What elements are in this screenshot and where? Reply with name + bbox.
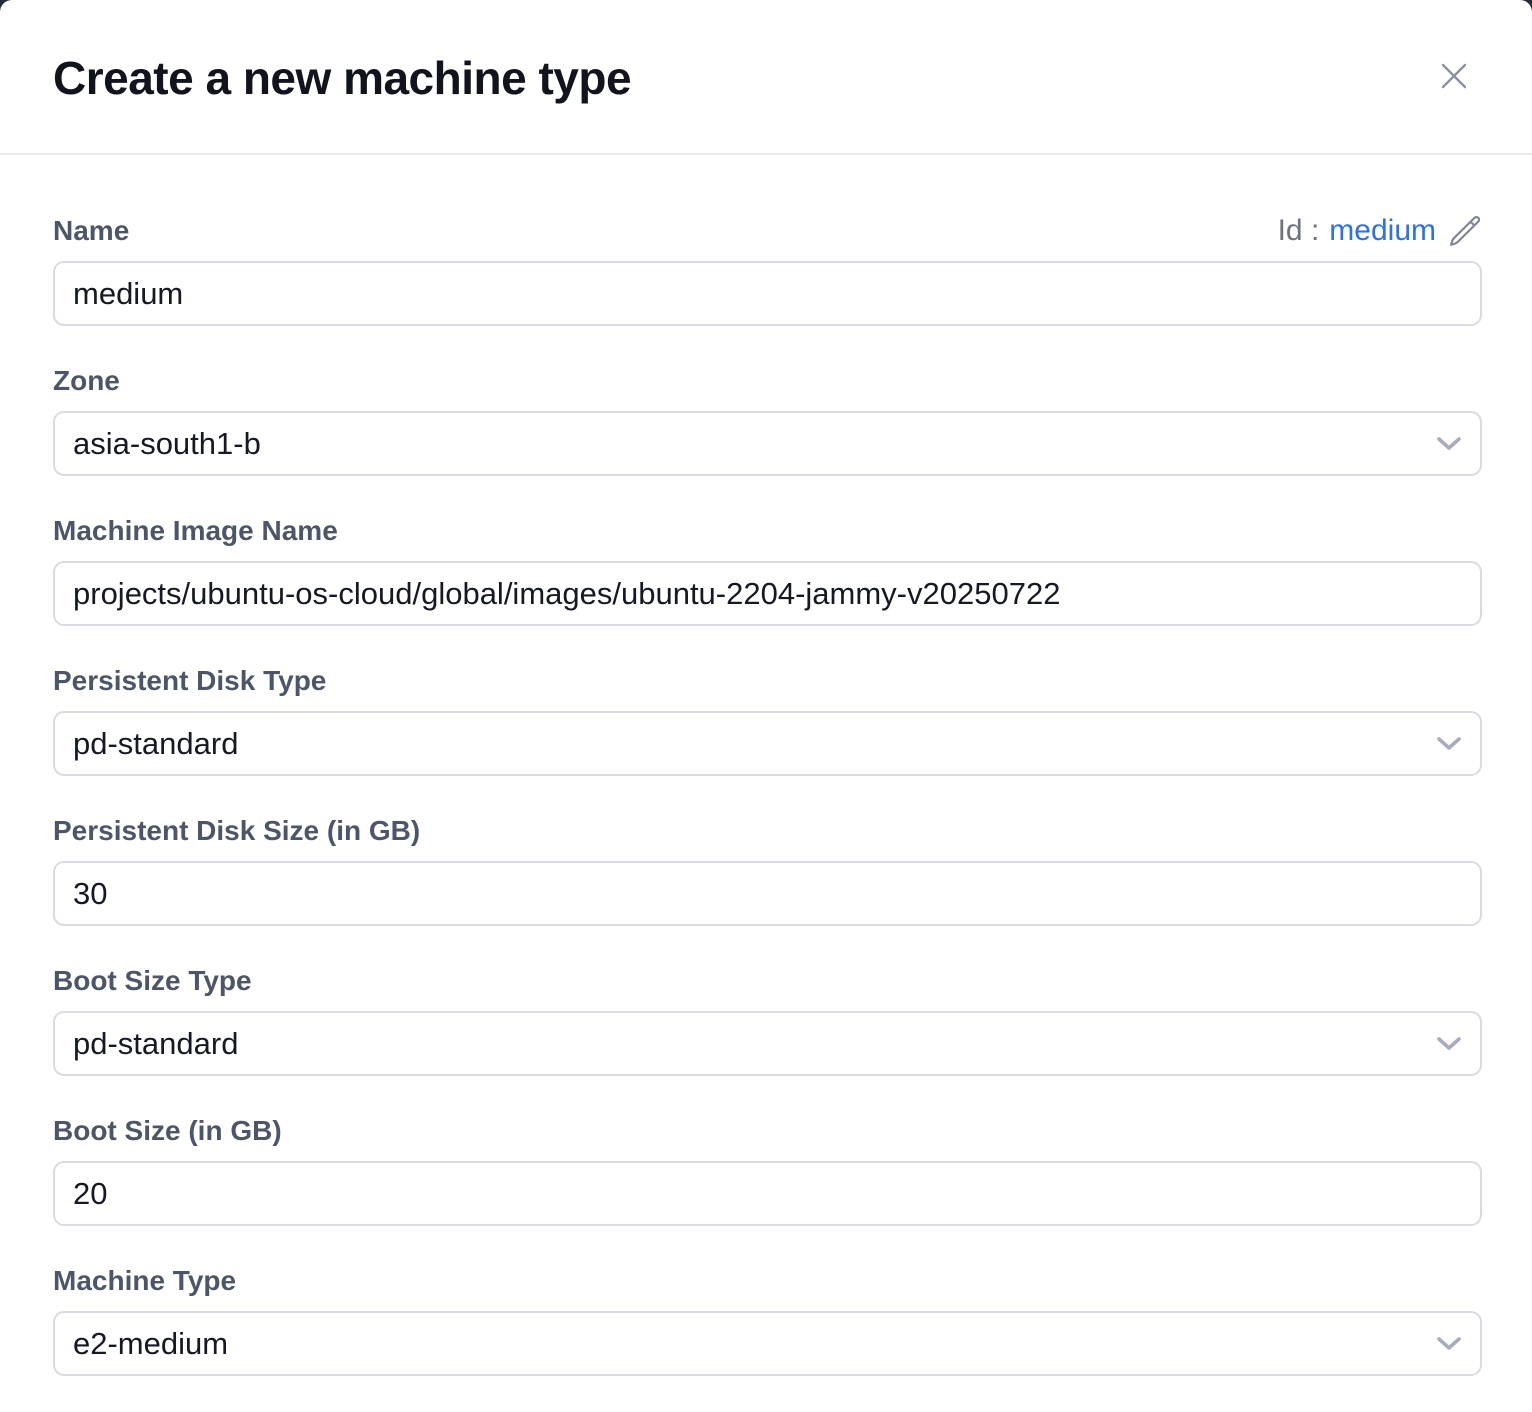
- boot-size-input[interactable]: [53, 1161, 1482, 1226]
- boot-size-type-select[interactable]: pd-standard: [53, 1011, 1482, 1076]
- zone-label: Zone: [53, 363, 120, 399]
- name-input[interactable]: [53, 261, 1482, 326]
- dialog-body: Name Id : medium: [0, 155, 1532, 1376]
- field-boot-size-type: Boot Size Type pd-standard: [53, 963, 1482, 1076]
- persistent-disk-type-select[interactable]: pd-standard: [53, 711, 1482, 776]
- machine-type-label: Machine Type: [53, 1263, 236, 1299]
- boot-size-type-label: Boot Size Type: [53, 963, 252, 999]
- id-value: medium: [1329, 213, 1436, 249]
- persistent-disk-size-input[interactable]: [53, 861, 1482, 926]
- machine-image-name-input[interactable]: [53, 561, 1482, 626]
- x-icon: [1438, 60, 1470, 92]
- field-persistent-disk-size: Persistent Disk Size (in GB): [53, 813, 1482, 926]
- field-zone: Zone asia-south1-b: [53, 363, 1482, 476]
- field-boot-size: Boot Size (in GB): [53, 1113, 1482, 1226]
- persistent-disk-type-label: Persistent Disk Type: [53, 663, 326, 699]
- id-display: Id : medium: [1278, 213, 1482, 249]
- name-label: Name: [53, 213, 129, 249]
- machine-image-name-label: Machine Image Name: [53, 513, 338, 549]
- field-machine-type: Machine Type e2-medium: [53, 1263, 1482, 1376]
- id-label: Id :: [1278, 213, 1320, 249]
- field-persistent-disk-type: Persistent Disk Type pd-standard: [53, 663, 1482, 776]
- field-name: Name Id : medium: [53, 213, 1482, 326]
- dialog-header: Create a new machine type: [0, 0, 1532, 155]
- field-machine-image-name: Machine Image Name: [53, 513, 1482, 626]
- pencil-icon: [1448, 214, 1482, 248]
- create-machine-type-dialog: Create a new machine type Name Id : medi…: [0, 0, 1532, 1412]
- zone-select[interactable]: asia-south1-b: [53, 411, 1482, 476]
- dialog-title: Create a new machine type: [53, 52, 1479, 105]
- boot-size-label: Boot Size (in GB): [53, 1113, 282, 1149]
- close-button[interactable]: [1434, 56, 1474, 96]
- persistent-disk-size-label: Persistent Disk Size (in GB): [53, 813, 420, 849]
- edit-id-button[interactable]: [1448, 214, 1482, 248]
- machine-type-select[interactable]: e2-medium: [53, 1311, 1482, 1376]
